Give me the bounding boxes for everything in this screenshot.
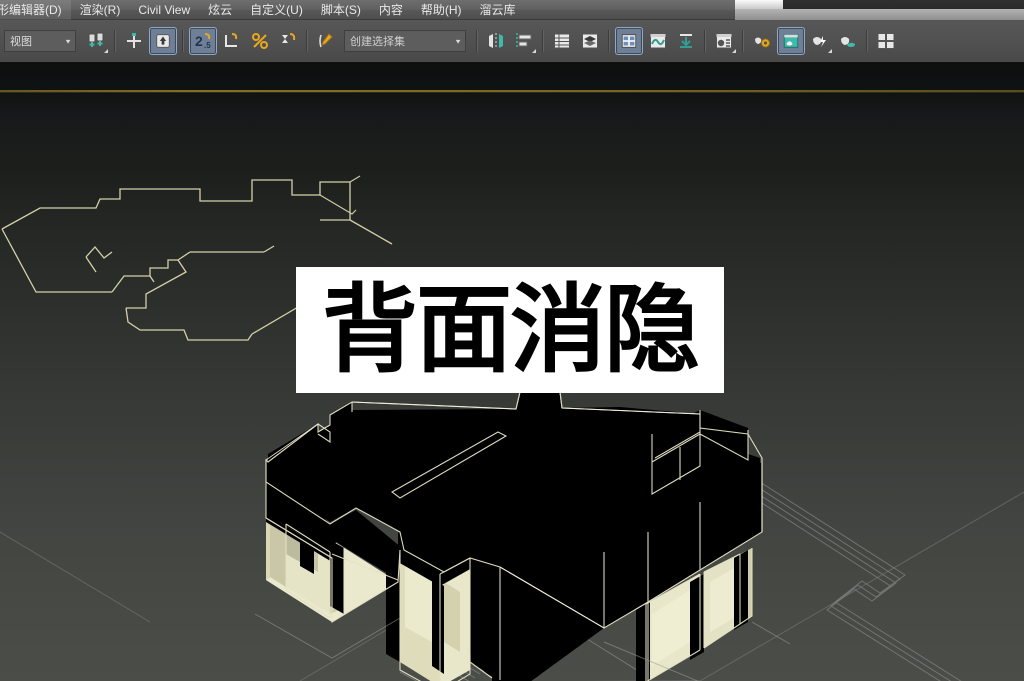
svg-text:2: 2: [195, 33, 203, 49]
viewport-layout-tabs-button[interactable]: [873, 28, 899, 54]
toolbar-separator: [114, 30, 116, 52]
main-toolbar: 视图 ▼ 2 .5 创建选择集 ▼: [0, 20, 1024, 63]
menu-civil-view[interactable]: Civil View: [129, 0, 199, 20]
toolbar-separator: [542, 30, 544, 52]
toolbar-separator: [306, 30, 308, 52]
percent-snap-toggle-button[interactable]: [247, 28, 273, 54]
scene-explorer-button[interactable]: [577, 28, 603, 54]
render-production-button[interactable]: [807, 28, 833, 54]
toolbar-separator: [704, 30, 706, 52]
overlay-caption-banner: 背面消隐: [296, 267, 724, 393]
menu-xuanyun[interactable]: 炫云: [199, 0, 241, 20]
3dsmax-window: 形编辑器(D) 渲染(R) Civil View 炫云 自定义(U) 脚本(S)…: [0, 0, 1024, 681]
rendered-frame-window-button[interactable]: [777, 27, 805, 55]
coordinate-system-value: 视图: [10, 36, 32, 48]
schematic-view-button[interactable]: [673, 28, 699, 54]
building-model: [265, 391, 763, 681]
flyout-indicator-icon: [532, 49, 536, 53]
flyout-indicator-icon: [104, 49, 108, 53]
menu-graph-editors[interactable]: 形编辑器(D): [0, 0, 71, 20]
align-button[interactable]: [511, 28, 537, 54]
chevron-down-icon: ▼: [64, 37, 72, 45]
spinner-snap-toggle-button[interactable]: [275, 28, 301, 54]
mirror-button[interactable]: [483, 28, 509, 54]
toolbar-separator: [608, 30, 610, 52]
window-chrome-gradient: [735, 9, 1024, 20]
toolbar-separator: [476, 30, 478, 52]
flyout-indicator-icon: [828, 49, 832, 53]
menu-content[interactable]: 内容: [370, 0, 412, 20]
menu-customize[interactable]: 自定义(U): [241, 0, 312, 20]
bind-to-space-warp-button[interactable]: [121, 28, 147, 54]
material-explorer-button[interactable]: [711, 28, 737, 54]
curve-editor-button[interactable]: [645, 28, 671, 54]
perspective-viewport[interactable]: 背面消隐: [0, 62, 1024, 681]
render-iterative-button[interactable]: [835, 28, 861, 54]
overlay-caption-text: 背面消隐: [322, 274, 700, 386]
layer-explorer-button[interactable]: [549, 28, 575, 54]
select-and-link-button[interactable]: [83, 28, 109, 54]
named-selection-set-combo[interactable]: 创建选择集 ▼: [344, 30, 466, 52]
svg-text:.5: .5: [204, 41, 211, 50]
snaps-toggle-button[interactable]: 2 .5: [189, 27, 217, 55]
chevron-down-icon: ▼: [454, 37, 462, 45]
named-selection-set-value: 创建选择集: [350, 36, 405, 48]
angle-snap-toggle-button[interactable]: [219, 28, 245, 54]
compact-material-editor-button[interactable]: [615, 27, 643, 55]
menu-scripting[interactable]: 脚本(S): [312, 0, 370, 20]
window-chrome-dark: [783, 0, 1024, 9]
flyout-indicator-icon: [732, 49, 736, 53]
edit-named-selection-sets-button[interactable]: [313, 28, 339, 54]
render-setup-button[interactable]: [749, 28, 775, 54]
toolbar-separator: [742, 30, 744, 52]
coordinate-system-dropdown[interactable]: 视图 ▼: [4, 30, 76, 52]
menu-help[interactable]: 帮助(H): [412, 0, 471, 20]
toolbar-separator: [182, 30, 184, 52]
menu-render[interactable]: 渲染(R): [71, 0, 130, 20]
menu-liuyunku[interactable]: 溜云库: [471, 0, 525, 20]
select-object-button[interactable]: [149, 27, 177, 55]
toolbar-separator: [866, 30, 868, 52]
